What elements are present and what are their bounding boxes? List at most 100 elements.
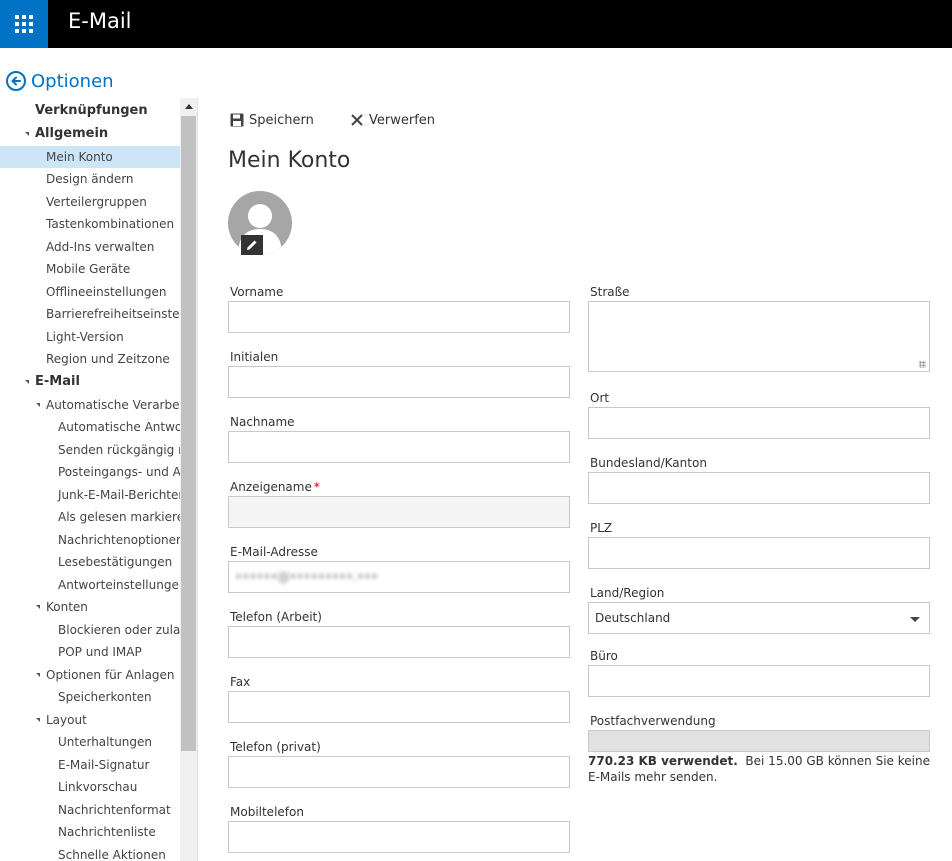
city-field[interactable] bbox=[588, 407, 930, 439]
zip-field[interactable] bbox=[588, 537, 930, 569]
sidebar-item-tastenkombinationen[interactable]: Tastenkombinationen bbox=[0, 213, 180, 235]
sidebar-item-schnelle-aktionen[interactable]: Schnelle Aktionen bbox=[0, 844, 180, 861]
scroll-up-button[interactable] bbox=[180, 98, 197, 115]
pencil-icon bbox=[247, 240, 257, 250]
phone-work-field[interactable] bbox=[228, 626, 570, 658]
fax-field[interactable] bbox=[228, 691, 570, 723]
expand-triangle-icon[interactable] bbox=[36, 673, 40, 677]
sidebar-item-automatische-verarbeitung[interactable]: Automatische Verarbeitung bbox=[0, 394, 180, 416]
sidebar-item-label: E-Mail bbox=[35, 374, 80, 389]
sidebar-item-light-version[interactable]: Light-Version bbox=[0, 326, 180, 348]
sidebar-item-barrierefreiheitseinstellungen[interactable]: Barrierefreiheitseinstellungen bbox=[0, 303, 180, 325]
sidebar-item-konten[interactable]: Konten bbox=[0, 596, 180, 618]
sidebar-item-lesebestätigungen[interactable]: Lesebestätigungen bbox=[0, 551, 180, 573]
expand-triangle-icon[interactable] bbox=[25, 380, 29, 384]
sidebar-item-nachrichtenliste[interactable]: Nachrichtenliste bbox=[0, 821, 180, 843]
country-label: Land/Region bbox=[590, 586, 665, 600]
email-field: ••••••@•••••••••.••• bbox=[228, 561, 570, 593]
scroll-up-arrow-icon bbox=[184, 104, 193, 109]
expand-triangle-icon[interactable] bbox=[36, 605, 40, 609]
sidebar-item-speicherkonten[interactable]: Speicherkonten bbox=[0, 686, 180, 708]
app-title: E-Mail bbox=[68, 9, 132, 33]
edit-photo-button[interactable] bbox=[241, 235, 263, 255]
sidebar-item-label: Tastenkombinationen bbox=[46, 217, 175, 231]
sidebar-item-label: Verknüpfungen bbox=[35, 103, 148, 118]
expand-triangle-icon[interactable] bbox=[25, 132, 29, 136]
sidebar-item-linkvorschau[interactable]: Linkvorschau bbox=[0, 776, 180, 798]
mailbox-used-text: 770.23 KB verwendet. bbox=[588, 754, 738, 768]
sidebar-item-design-ändern[interactable]: Design ändern bbox=[0, 168, 180, 190]
sidebar-item-unterhaltungen[interactable]: Unterhaltungen bbox=[0, 731, 180, 753]
sidebar-item-automatische-antworten[interactable]: Automatische Antworten bbox=[0, 416, 180, 438]
city-label: Ort bbox=[590, 391, 610, 405]
sidebar-item-label: Nachrichtenliste bbox=[58, 825, 156, 839]
country-select[interactable]: Deutschland bbox=[588, 602, 930, 634]
sidebar-item-label: Blockieren oder zulassen bbox=[58, 623, 180, 637]
sidebar-item-label: Mobile Geräte bbox=[46, 262, 131, 276]
options-title: Optionen bbox=[31, 70, 114, 92]
sidebar-item-add-ins-verwalten[interactable]: Add-Ins verwalten bbox=[0, 236, 180, 258]
mobile-field[interactable] bbox=[228, 821, 570, 853]
initials-label: Initialen bbox=[230, 350, 279, 364]
first-name-label: Vorname bbox=[230, 285, 284, 299]
sidebar-item-pop-und-imap[interactable]: POP und IMAP bbox=[0, 641, 180, 663]
sidebar-item-e-mail[interactable]: E-Mail bbox=[0, 371, 180, 393]
mailbox-usage-text: 770.23 KB verwendet. Bei 15.00 GB können… bbox=[588, 753, 930, 785]
sidebar-item-label: Region und Zeitzone bbox=[46, 352, 170, 366]
save-button[interactable]: Speichern bbox=[230, 111, 314, 129]
first-name-field[interactable] bbox=[228, 301, 570, 333]
street-field[interactable] bbox=[588, 301, 930, 372]
sidebar-item-offlineeinstellungen[interactable]: Offlineeinstellungen bbox=[0, 281, 180, 303]
phone-private-field[interactable] bbox=[228, 756, 570, 788]
expand-triangle-icon[interactable] bbox=[36, 718, 40, 722]
initials-field[interactable] bbox=[228, 366, 570, 398]
state-label: Bundesland/Kanton bbox=[590, 456, 707, 470]
sidebar-item-posteingangs-und-aufräumregeln[interactable]: Posteingangs- und Aufräumregeln bbox=[0, 461, 180, 483]
sidebar-item-label: Offlineeinstellungen bbox=[46, 285, 167, 299]
sidebar-scrollbar[interactable] bbox=[180, 98, 197, 861]
sidebar-item-mein-konto[interactable]: Mein Konto bbox=[0, 146, 180, 168]
sidebar-item-optionen-für-anlagen[interactable]: Optionen für Anlagen bbox=[0, 664, 180, 686]
sidebar-item-label: Nachrichtenoptionen bbox=[58, 533, 180, 547]
state-field[interactable] bbox=[588, 472, 930, 504]
display-name-label-text: Anzeigename bbox=[230, 480, 312, 494]
sidebar-item-blockieren-oder-zulassen[interactable]: Blockieren oder zulassen bbox=[0, 619, 180, 641]
sidebar-item-nachrichtenoptionen[interactable]: Nachrichtenoptionen bbox=[0, 529, 180, 551]
sidebar-item-mobile-geräte[interactable]: Mobile Geräte bbox=[0, 258, 180, 280]
save-label: Speichern bbox=[249, 112, 314, 128]
office-field[interactable] bbox=[588, 665, 930, 697]
mailbox-usage-bar bbox=[588, 730, 930, 752]
sidebar-item-label: Nachrichtenformat bbox=[58, 803, 171, 817]
scroll-thumb[interactable] bbox=[181, 116, 196, 751]
resize-grip-icon[interactable] bbox=[919, 361, 926, 368]
chevron-down-icon bbox=[910, 617, 920, 622]
back-arrow-icon bbox=[6, 71, 26, 91]
discard-button[interactable]: Verwerfen bbox=[350, 111, 435, 129]
app-launcher-button[interactable] bbox=[0, 0, 48, 48]
sidebar-item-senden-rückgängig-machen[interactable]: Senden rückgängig machen bbox=[0, 439, 180, 461]
sidebar-item-label: Als gelesen markieren bbox=[58, 510, 180, 524]
sidebar-item-label: Lesebestätigungen bbox=[58, 555, 173, 569]
last-name-field[interactable] bbox=[228, 431, 570, 463]
sidebar-item-label: Barrierefreiheitseinstellungen bbox=[46, 307, 180, 321]
sidebar-item-label: Junk-E-Mail-Berichterstattung bbox=[58, 488, 180, 502]
sidebar-item-nachrichtenformat[interactable]: Nachrichtenformat bbox=[0, 799, 180, 821]
expand-triangle-icon[interactable] bbox=[36, 403, 40, 407]
sidebar-item-label: Automatische Antworten bbox=[58, 420, 180, 434]
sidebar-item-e-mail-signatur[interactable]: E-Mail-Signatur bbox=[0, 754, 180, 776]
sidebar-item-als-gelesen-markieren[interactable]: Als gelesen markieren bbox=[0, 506, 180, 528]
sidebar-item-junk-e-mail-berichterstattung[interactable]: Junk-E-Mail-Berichterstattung bbox=[0, 484, 180, 506]
sidebar-item-verknüpfungen[interactable]: Verknüpfungen bbox=[0, 100, 180, 122]
sidebar-item-label: Layout bbox=[46, 713, 87, 727]
options-sidebar: Verknüpfungen Allgemein Mein Konto Design ä… bbox=[0, 98, 197, 861]
sidebar-item-allgemein[interactable]: Allgemein bbox=[0, 123, 180, 145]
sidebar-item-label: Konten bbox=[46, 600, 88, 614]
email-value: ••••••@•••••••••.••• bbox=[235, 570, 379, 584]
sidebar-item-layout[interactable]: Layout bbox=[0, 709, 180, 731]
sidebar-item-label: Senden rückgängig machen bbox=[58, 443, 180, 457]
sidebar-item-verteilergruppen[interactable]: Verteilergruppen bbox=[0, 191, 180, 213]
sidebar-item-region-und-zeitzone[interactable]: Region und Zeitzone bbox=[0, 348, 180, 370]
sidebar-item-antworteinstellungen[interactable]: Antworteinstellungen bbox=[0, 574, 180, 596]
street-label: Straße bbox=[590, 285, 630, 299]
options-back-link[interactable]: Optionen bbox=[6, 69, 114, 93]
